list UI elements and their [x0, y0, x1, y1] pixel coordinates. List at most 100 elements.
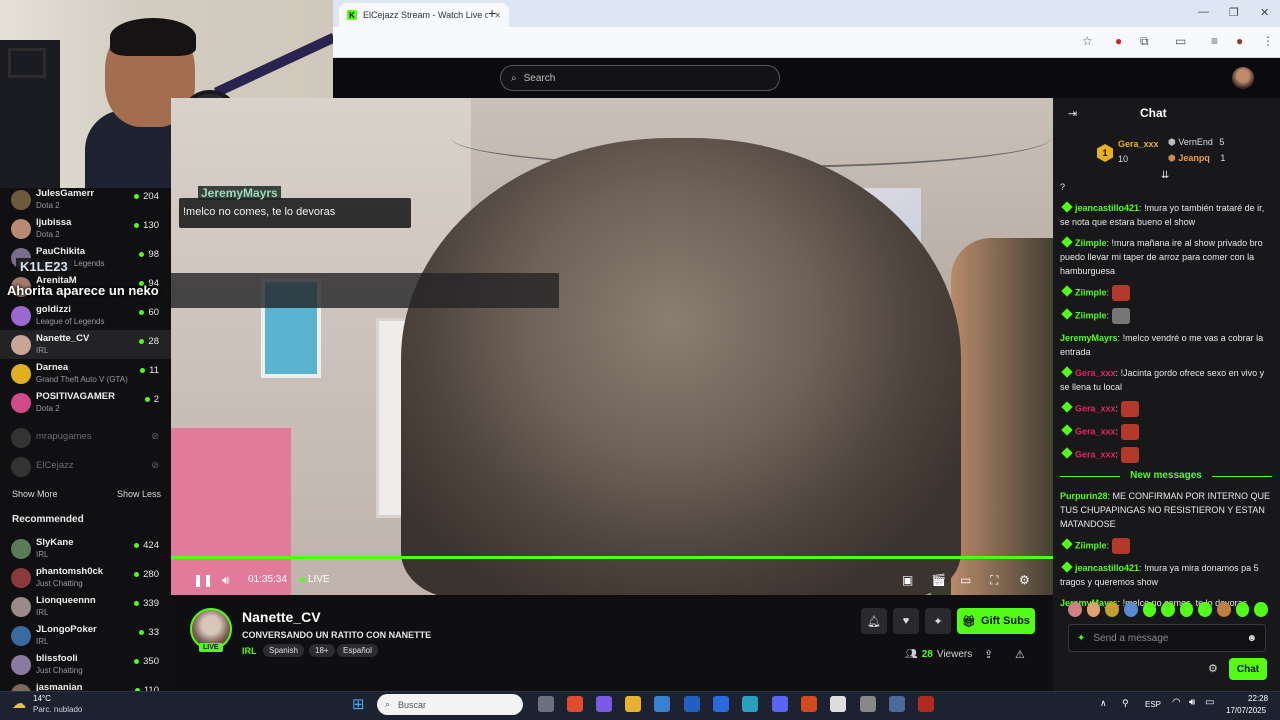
chat-username[interactable]: Ziimple: [1075, 310, 1107, 320]
emote-icon[interactable]: [1086, 602, 1101, 617]
chat-message-input[interactable]: ✦ Send a message ☻: [1068, 624, 1266, 652]
windows-start-icon[interactable]: ⊞: [352, 695, 365, 713]
sidebar-channel[interactable]: goldizzi League of Legends 60: [0, 301, 171, 330]
emote-icon[interactable]: [1179, 602, 1194, 617]
chat-username[interactable]: Gera_xxx: [1075, 368, 1116, 378]
search-input[interactable]: ⌕ Search: [500, 65, 780, 91]
recommended-channel[interactable]: Lionqueennn IRL 339: [0, 592, 171, 621]
weather-icon[interactable]: ☁: [12, 695, 26, 712]
browser-tab[interactable]: K ElCejazz Stream - Watch Live o ✕: [339, 3, 509, 27]
emote-icon[interactable]: [1105, 602, 1119, 617]
tray-wifi-icon[interactable]: ◠: [1172, 697, 1181, 708]
playlist-icon[interactable]: ≡: [1211, 34, 1218, 48]
recommended-channel[interactable]: SlyKane IRL 424: [0, 534, 171, 563]
sidebar-channel[interactable]: JulesGamerr Dota 2 204: [0, 188, 171, 214]
tray-chevron-icon[interactable]: ∧: [1100, 698, 1107, 709]
leaderboard-second-name[interactable]: VernEnd: [1178, 137, 1213, 147]
task-view-icon[interactable]: [538, 696, 554, 712]
playback-progress[interactable]: [171, 556, 1053, 559]
chat-username[interactable]: Ziimple: [1075, 540, 1107, 550]
clock-time[interactable]: 22:28: [1248, 694, 1268, 703]
emote-icon[interactable]: [1123, 602, 1138, 617]
miniplayer-icon[interactable]: ▣: [902, 573, 913, 587]
leaderboard-third-name[interactable]: Jeanpq: [1178, 153, 1210, 163]
tray-volume-icon[interactable]: 🔊︎: [1189, 697, 1195, 708]
tag-18plus[interactable]: 18+: [309, 644, 335, 657]
edge-icon[interactable]: [742, 696, 758, 712]
profile-icon[interactable]: ●: [1236, 34, 1243, 48]
follow-heart-button[interactable]: ♥: [893, 608, 919, 634]
chat-username[interactable]: Gera_xxx: [1075, 426, 1116, 436]
maximize-button[interactable]: ❐: [1229, 6, 1239, 19]
chat-username[interactable]: JeremyMayrs: [1060, 333, 1118, 343]
show-less-button[interactable]: Show Less: [117, 489, 161, 499]
window-close-button[interactable]: ✕: [1260, 6, 1269, 19]
emote-icon[interactable]: [1161, 602, 1175, 617]
discord-icon[interactable]: [772, 696, 788, 712]
dropbox-icon[interactable]: [713, 696, 729, 712]
file-explorer-icon[interactable]: [625, 696, 641, 712]
copilot-icon[interactable]: [596, 696, 612, 712]
opera-icon[interactable]: ●: [1115, 34, 1122, 48]
chat-username[interactable]: jeancastillo421: [1075, 563, 1139, 573]
sidebar-channel[interactable]: Darnea Grand Theft Auto V (GTA) 11: [0, 359, 171, 388]
extensions-icon[interactable]: ⧉: [1140, 34, 1149, 49]
sidebar-channel[interactable]: POSITIVAGAMER Dota 2 2: [0, 388, 171, 417]
chrome-icon[interactable]: [567, 696, 583, 712]
store-icon[interactable]: [654, 696, 670, 712]
tag-espanol[interactable]: Español: [337, 644, 378, 657]
recommended-channel[interactable]: blissfooli Just Chatting 350: [0, 650, 171, 679]
address-bar[interactable]: [333, 27, 1280, 58]
emoji-icon[interactable]: ☻: [1246, 633, 1257, 644]
sidebar-channel[interactable]: ljubissa Dota 2 130: [0, 214, 171, 243]
clip-icon[interactable]: 🎬︎: [931, 573, 946, 587]
streamer-name[interactable]: Nanette_CV: [242, 609, 321, 625]
collapse-chat-icon[interactable]: ⇥: [1068, 107, 1077, 120]
chat-settings-icon[interactable]: ⚙: [1208, 662, 1218, 675]
tray-language[interactable]: ESP: [1145, 700, 1161, 709]
game-icon[interactable]: [801, 696, 817, 712]
volume-icon[interactable]: 🔊︎: [222, 573, 230, 588]
taskbar-search[interactable]: ⌕ Buscar: [377, 694, 523, 715]
chat-username[interactable]: Purpurin28: [1060, 491, 1108, 501]
leaderboard-first-name[interactable]: Gera_xxx: [1118, 139, 1159, 149]
sidebar-channel-offline[interactable]: mrapugames ⊘: [0, 423, 171, 452]
chat-send-button[interactable]: Chat: [1229, 658, 1267, 680]
user-avatar[interactable]: [1232, 67, 1254, 89]
chat-username[interactable]: jeancastillo421: [1075, 203, 1139, 213]
sidebar-channel-offline[interactable]: ElCejazz ⊘: [0, 452, 171, 481]
stream-category[interactable]: IRL: [242, 646, 257, 656]
emote-icon[interactable]: [1254, 602, 1269, 617]
chat-username[interactable]: Ziimple: [1075, 287, 1107, 297]
emote-icon[interactable]: [1142, 602, 1157, 617]
recommended-channel[interactable]: phantomsh0ck Just Chatting 280: [0, 563, 171, 592]
dota-icon[interactable]: [918, 696, 934, 712]
share-icon[interactable]: ⇪: [984, 648, 993, 661]
gift-subs-button[interactable]: 🎁︎ Gift Subs: [957, 608, 1035, 634]
chat-username[interactable]: Gera_xxx: [1075, 449, 1116, 459]
pause-icon[interactable]: ❚❚: [193, 573, 213, 587]
cast-icon[interactable]: ▭: [1175, 34, 1186, 48]
emote-icon[interactable]: [1217, 602, 1231, 617]
steam-icon[interactable]: [889, 696, 905, 712]
emote-icon[interactable]: [1235, 602, 1250, 617]
chat-username[interactable]: Gera_xxx: [1075, 403, 1116, 413]
obs-icon[interactable]: [860, 696, 876, 712]
theater-mode-icon[interactable]: ▭: [960, 573, 971, 587]
minimize-button[interactable]: —: [1198, 6, 1209, 18]
emote-icon[interactable]: [1068, 602, 1082, 617]
tray-network-icon[interactable]: ⚲: [1122, 698, 1129, 709]
chat-username[interactable]: Ziimple: [1075, 238, 1107, 248]
recommended-channel[interactable]: jasmanian 110: [0, 679, 171, 691]
report-icon[interactable]: ⚠: [1015, 648, 1025, 661]
menu-dots-icon[interactable]: ⋮: [1262, 34, 1274, 48]
recommended-channel[interactable]: JLongoPoker IRL 33: [0, 621, 171, 650]
emote-icon[interactable]: [1198, 602, 1213, 617]
settings-gear-icon[interactable]: ⚙: [1019, 573, 1030, 587]
outlook-icon[interactable]: [684, 696, 700, 712]
clock-date[interactable]: 17/07/2025: [1226, 706, 1266, 715]
notification-bell-button[interactable]: 🔔︎: [861, 608, 887, 634]
sidebar-channel[interactable]: Nanette_CV IRL 28: [0, 330, 171, 359]
tag-spanish[interactable]: Spanish: [263, 644, 304, 657]
show-more-button[interactable]: Show More: [12, 489, 58, 499]
